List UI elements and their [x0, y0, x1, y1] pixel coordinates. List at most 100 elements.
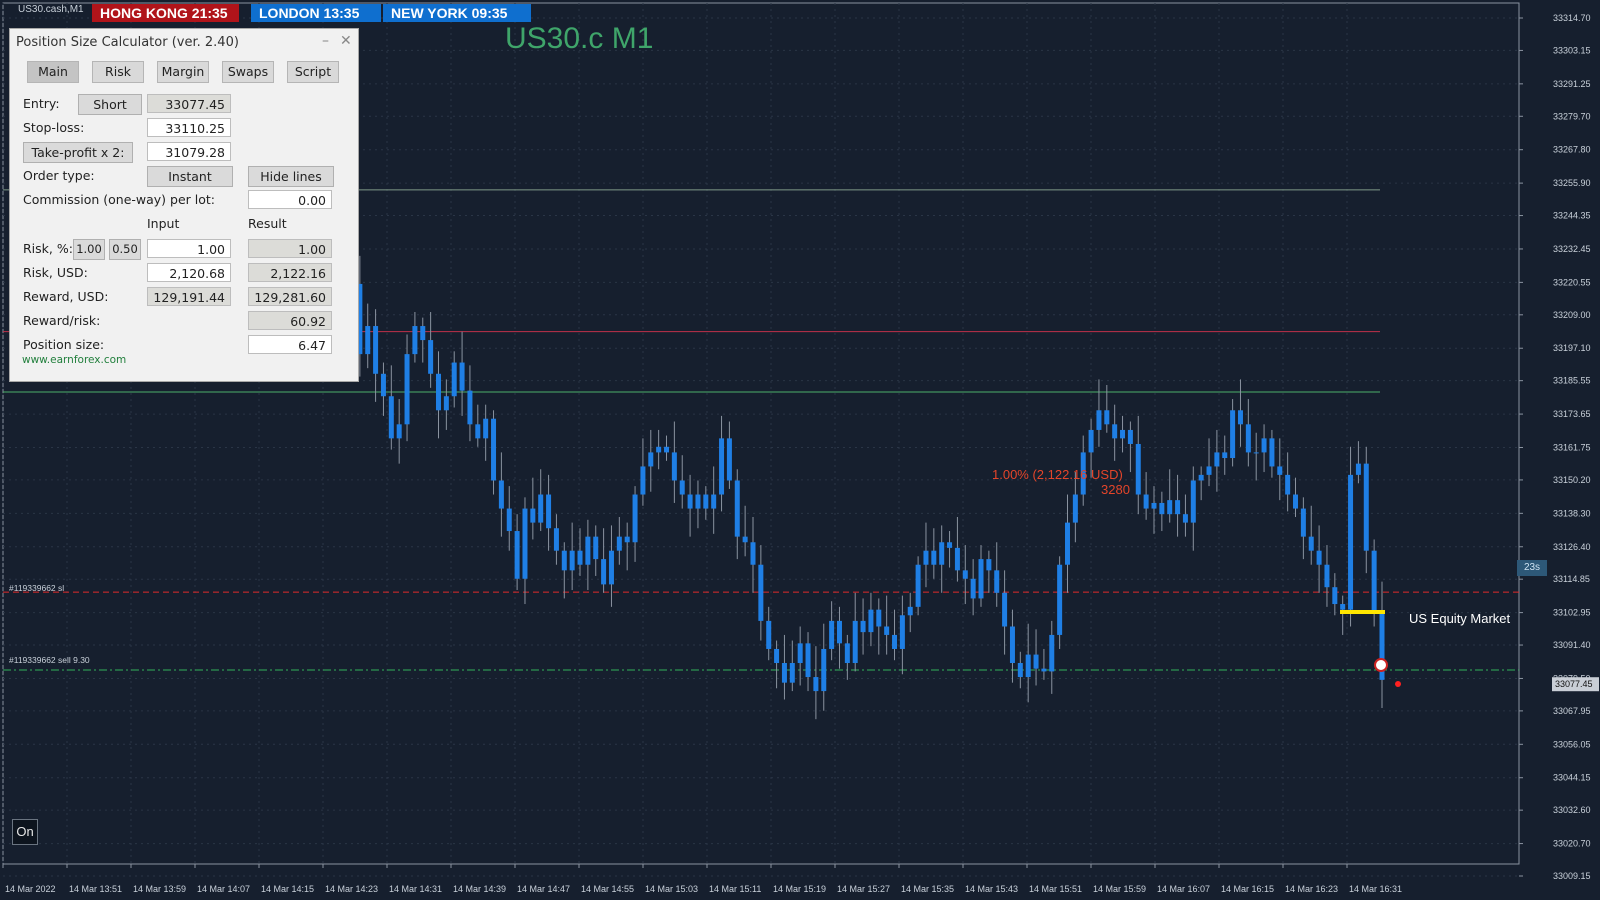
- candle-body: [1324, 564, 1330, 588]
- candle-body: [435, 373, 441, 411]
- sl-line-label: #119339662 sl: [9, 583, 65, 593]
- position-size-result[interactable]: 6.47: [248, 335, 332, 354]
- takeprofit-field[interactable]: 31079.28: [147, 142, 231, 161]
- candle-body: [1096, 410, 1102, 430]
- candle-body: [1017, 663, 1023, 678]
- price-tick-label: 33044.15: [1553, 773, 1591, 783]
- candle-body: [947, 542, 953, 548]
- risk-usd-label: Risk, USD:: [23, 265, 88, 280]
- price-tick-label: 33209.00: [1553, 310, 1591, 320]
- candle-body: [805, 643, 811, 678]
- time-tick-label: 14 Mar 14:07: [197, 884, 250, 894]
- position-marker-icon[interactable]: [1374, 658, 1388, 672]
- candle-body: [1340, 604, 1346, 610]
- candle-body: [396, 424, 402, 439]
- reward-risk-label: Reward/risk:: [23, 313, 101, 328]
- tab-script[interactable]: Script: [287, 61, 339, 83]
- candle-body: [1316, 550, 1322, 565]
- price-tick-label: 33114.85: [1553, 574, 1590, 584]
- candle-body: [671, 452, 677, 481]
- time-tick-label: 14 Mar 14:55: [581, 884, 634, 894]
- direction-button[interactable]: Short: [78, 94, 142, 115]
- time-axis: 14 Mar 2022 14 Mar 13:51 14 Mar 13:59 14 Ma…: [2, 864, 1402, 894]
- candle-body: [1214, 452, 1220, 467]
- time-tick-label: 14 Mar 16:31: [1349, 884, 1402, 894]
- risk-preset-1-button[interactable]: 1.00: [73, 239, 105, 260]
- price-tick-label: 33267.80: [1553, 145, 1591, 155]
- candle-body: [1190, 480, 1196, 523]
- candle-body: [892, 634, 898, 649]
- risk-usd-result: 2,122.16: [248, 263, 332, 282]
- risk-usd-input[interactable]: 2,120.68: [147, 263, 231, 282]
- candle-body: [1167, 500, 1173, 515]
- on-toggle-button[interactable]: On: [12, 819, 38, 845]
- time-tick-label: 14 Mar 16:23: [1285, 884, 1338, 894]
- tab-swaps[interactable]: Swaps: [222, 61, 274, 83]
- candle-body: [624, 536, 630, 543]
- candle-body: [538, 494, 544, 523]
- price-tick-label: 33197.10: [1553, 343, 1591, 353]
- tab-margin[interactable]: Margin: [157, 61, 209, 83]
- candle-body: [884, 626, 890, 635]
- candle-body: [1135, 443, 1141, 495]
- price-tick-label: 33303.15: [1553, 45, 1591, 55]
- time-tick-label: 14 Mar 15:59: [1093, 884, 1146, 894]
- risk-preset-2-button[interactable]: 0.50: [109, 239, 141, 260]
- takeprofit-button[interactable]: Take-profit x 2:: [23, 142, 133, 163]
- price-tick-label: 33279.70: [1553, 111, 1591, 121]
- candle-body: [577, 550, 583, 565]
- tab-main[interactable]: Main: [27, 61, 79, 83]
- commission-field[interactable]: 0.00: [248, 190, 332, 209]
- price-tick-label: 33126.40: [1553, 542, 1591, 552]
- candle-body: [656, 446, 662, 453]
- candle-body: [836, 620, 842, 644]
- candle-body: [1151, 502, 1157, 509]
- time-tick-label: 14 Mar 13:51: [69, 884, 122, 894]
- price-tick-label: 33185.55: [1553, 376, 1591, 386]
- close-icon[interactable]: ✕: [340, 33, 352, 49]
- candle-body: [876, 609, 882, 627]
- price-tick-label: 33255.90: [1553, 178, 1591, 188]
- earnforex-link[interactable]: www.earnforex.com: [22, 354, 126, 366]
- price-tick-label: 33102.95: [1553, 608, 1591, 618]
- order-type-button[interactable]: Instant: [147, 166, 233, 187]
- candle-body: [1127, 429, 1133, 444]
- minimize-icon[interactable]: –: [322, 33, 329, 49]
- candle-body: [986, 559, 992, 571]
- commission-label: Commission (one-way) per lot:: [23, 192, 215, 207]
- candle-body: [781, 663, 787, 683]
- risk-pct-input[interactable]: 1.00: [147, 239, 231, 258]
- candle-body: [412, 326, 418, 355]
- candle-body: [939, 542, 945, 565]
- candle-body: [514, 531, 520, 579]
- candle-body: [443, 396, 449, 411]
- hide-lines-button[interactable]: Hide lines: [248, 166, 334, 187]
- candle-body: [640, 466, 646, 495]
- candle-body: [1261, 438, 1267, 453]
- candle-body: [1300, 508, 1306, 537]
- price-tick-label: 33220.55: [1553, 277, 1591, 287]
- time-tick-label: 14 Mar 15:19: [773, 884, 826, 894]
- input-header: Input: [147, 216, 180, 231]
- ask-marker-line: [1340, 610, 1385, 614]
- price-tick-label: 33232.45: [1553, 244, 1591, 254]
- candle-body: [1253, 452, 1259, 454]
- candle-body: [734, 480, 740, 537]
- time-tick-label: 14 Mar 15:11: [709, 884, 761, 894]
- clock-london: LONDON 13:35: [251, 4, 381, 22]
- candle-body: [719, 438, 725, 495]
- entry-label: Entry:: [23, 96, 60, 111]
- candle-body: [1175, 500, 1181, 515]
- candle-body: [1057, 564, 1063, 635]
- candle-body: [1049, 634, 1055, 672]
- candle-body: [1355, 463, 1361, 475]
- close-marker-icon: [1395, 681, 1401, 687]
- candle-body: [766, 620, 772, 649]
- price-tick-label: 33150.20: [1553, 475, 1591, 485]
- stoploss-field[interactable]: 33110.25: [147, 118, 231, 137]
- tab-risk[interactable]: Risk: [92, 61, 144, 83]
- time-tick-label: 14 Mar 16:07: [1157, 884, 1210, 894]
- current-price-tag: 33077.45: [1552, 677, 1599, 692]
- candle-body: [797, 643, 803, 664]
- entry-field[interactable]: 33077.45: [147, 94, 231, 113]
